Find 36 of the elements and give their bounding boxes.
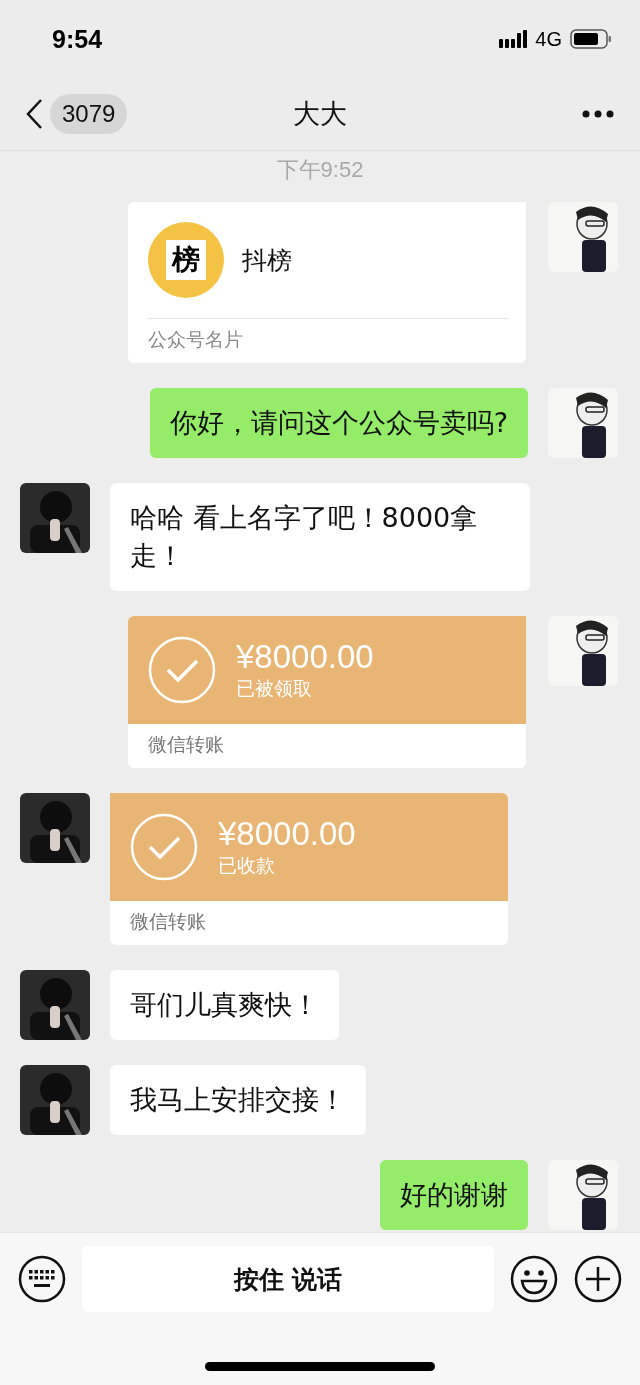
message-bubble: 我马上安排交接！ (110, 1065, 366, 1135)
transfer-amount: ¥8000.00 (218, 815, 356, 853)
account-name: 抖榜 (242, 244, 292, 277)
emoji-button[interactable] (510, 1255, 558, 1303)
back-icon (24, 98, 44, 130)
transfer-status: 已收款 (218, 853, 276, 878)
battery-icon (570, 29, 612, 49)
transfer-amount: ¥8000.00 (236, 638, 374, 676)
add-button[interactable] (574, 1255, 622, 1303)
more-icon (582, 110, 614, 118)
check-circle-icon (148, 636, 216, 704)
message-bubble: 你好，请问这个公众号卖吗? (149, 388, 528, 458)
back-button[interactable] (24, 98, 44, 130)
timestamp: 下午9:52 (276, 156, 364, 184)
message-bubble: 哈哈 看上名字了吧！8000拿走！ (110, 483, 530, 591)
transfer-label: 微信转账 (147, 732, 225, 757)
transfer-card[interactable]: ¥8000.00 已被领取 微信转账 (128, 616, 526, 768)
transfer-label: 微信转账 (129, 909, 207, 934)
chat-title: 大大 (293, 97, 347, 131)
status-time: 9:54 (52, 24, 103, 54)
keyboard-icon (18, 1255, 66, 1303)
card-label: 公众号名片 (148, 327, 244, 352)
message-bubble: 哥们儿真爽快！ (110, 970, 339, 1040)
message-bubble: 好的谢谢 (380, 1160, 528, 1230)
smiley-icon (510, 1255, 558, 1303)
keyboard-button[interactable] (18, 1255, 66, 1303)
transfer-card[interactable]: ¥8000.00 已收款 微信转账 (110, 793, 508, 945)
unread-count[interactable]: 3079 (50, 94, 128, 134)
logo-mark: 榜 (166, 240, 206, 280)
plus-icon (574, 1255, 622, 1303)
signal-icon (499, 30, 528, 48)
transfer-status: 已被领取 (236, 676, 313, 701)
check-circle-icon (130, 813, 198, 881)
hold-to-talk-button[interactable]: 按住 说话 (82, 1246, 494, 1312)
account-card[interactable]: 榜 抖榜 公众号名片 (128, 202, 526, 363)
network-label: 4G (535, 27, 562, 51)
